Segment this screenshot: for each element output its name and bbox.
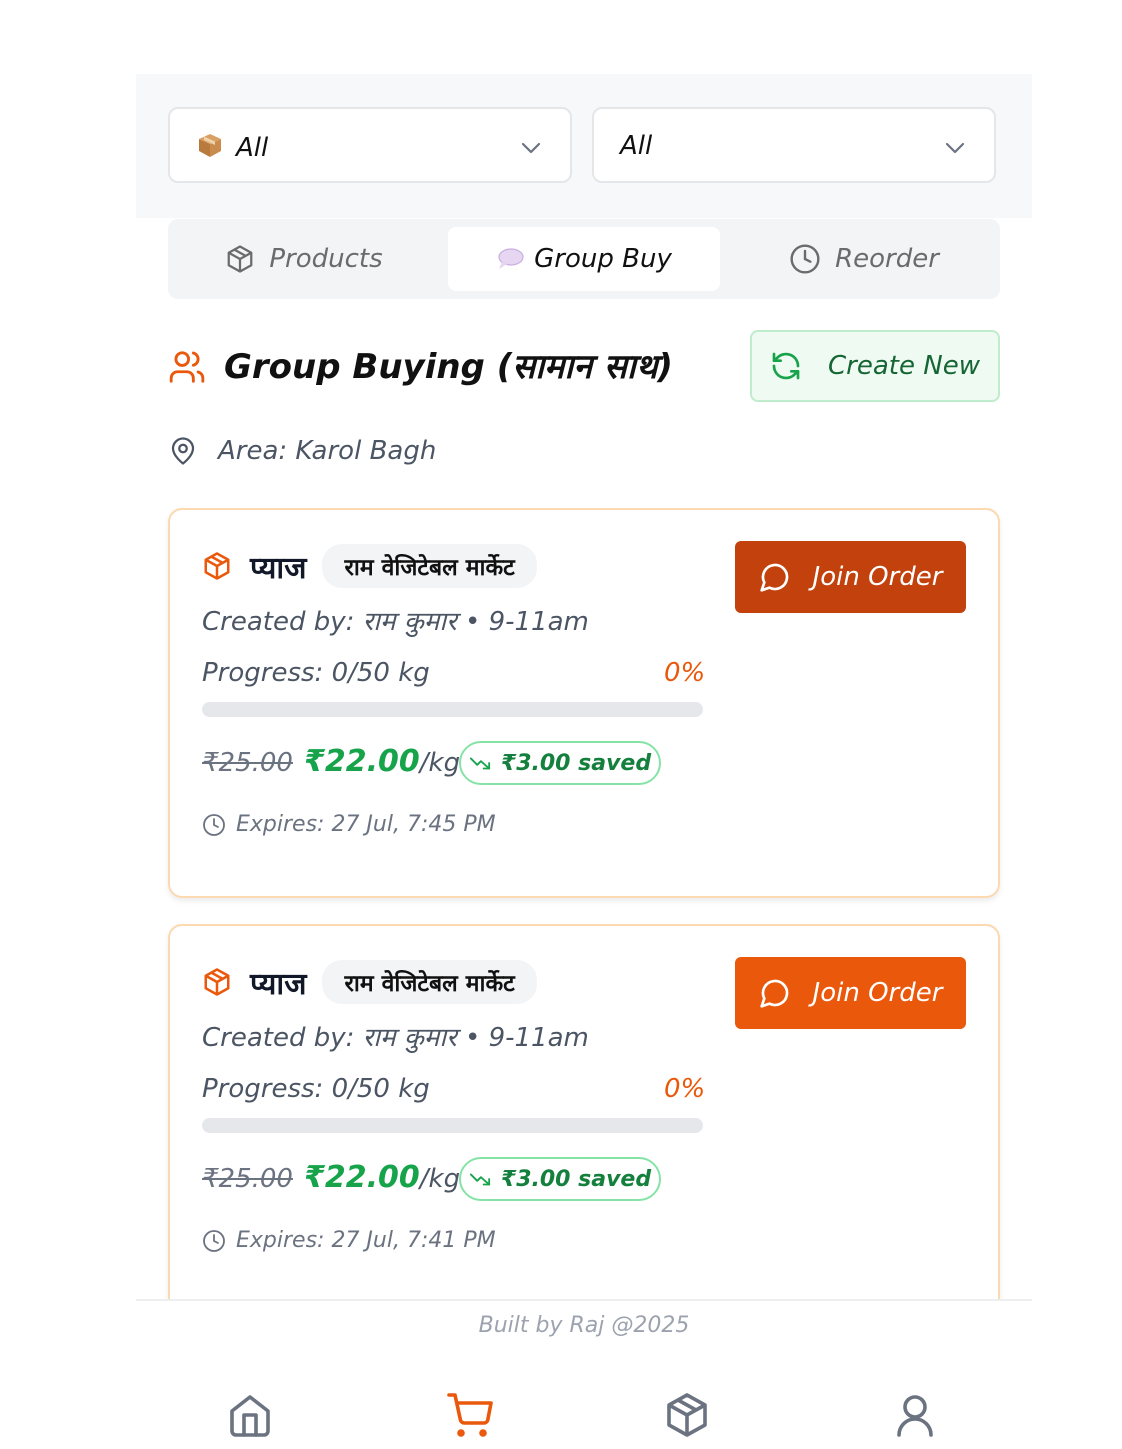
- expiry-text: Expires: 27 Jul, 7:41 PM: [236, 1228, 496, 1253]
- group-buy-header: Group Buying (सामान साथ) Create New: [168, 330, 1000, 404]
- savings-badge: ₹3.00 saved: [459, 1157, 661, 1201]
- refresh-icon: [772, 352, 800, 380]
- group-price-value: ₹22.00: [304, 744, 420, 779]
- price-unit: /kg: [419, 1164, 461, 1194]
- app: All All Products Group Buy Reorder Group…: [136, 74, 1032, 1449]
- clock-icon: [203, 813, 225, 836]
- join-order-label: Join Order: [812, 562, 943, 592]
- join-order-button[interactable]: Join Order: [735, 541, 966, 613]
- created-by: Created by: राम कुमार • 9-11am: [202, 607, 589, 637]
- group-price-value: ₹22.00: [304, 1160, 420, 1195]
- package-icon: [204, 968, 230, 996]
- filter-bar: All All: [136, 74, 1032, 218]
- expiry-text: Expires: 27 Jul, 7:45 PM: [236, 812, 496, 837]
- tab-products-label: Products: [269, 244, 383, 274]
- clock-icon: [790, 244, 820, 274]
- speech-bubble-icon: [498, 248, 524, 269]
- category-select-value: All: [236, 133, 269, 163]
- group-order-card: प्याज राम वेजिटेबल मार्केट Created by: र…: [168, 508, 1000, 898]
- expiry: Expires: 27 Jul, 7:45 PM: [202, 812, 496, 837]
- group-price: ₹22.00/kg: [304, 1160, 460, 1195]
- expiry: Expires: 27 Jul, 7:41 PM: [202, 1228, 496, 1253]
- nav-products[interactable]: [663, 1391, 711, 1439]
- group-price: ₹22.00/kg: [304, 744, 460, 779]
- trending-down-icon: [469, 1173, 490, 1186]
- savings-text: ₹3.00 saved: [500, 1166, 652, 1192]
- page-title: Group Buying (सामान साथ): [224, 347, 673, 387]
- user-icon: [897, 1395, 933, 1437]
- market-select[interactable]: All: [592, 107, 996, 183]
- area-indicator: Area: Karol Bagh: [168, 436, 436, 466]
- market-select-value: All: [620, 131, 653, 161]
- tab-group-buy[interactable]: Group Buy: [448, 227, 720, 291]
- progress-label: Progress: 0/50 kg: [202, 658, 430, 688]
- cart-icon: [447, 1393, 493, 1437]
- map-pin-icon: [171, 437, 195, 465]
- category-select[interactable]: All: [168, 107, 572, 183]
- trending-down-icon: [469, 757, 490, 770]
- progress-percent: 0%: [664, 658, 706, 688]
- progress-bar: [202, 702, 703, 717]
- tab-bar: Products Group Buy Reorder: [168, 219, 1000, 299]
- savings-badge: ₹3.00 saved: [459, 741, 661, 785]
- package-icon: [204, 552, 230, 580]
- group-order-card: प्याज राम वेजिटेबल मार्केट Created by: र…: [168, 924, 1000, 1324]
- original-price: ₹25.00: [202, 748, 293, 778]
- tab-group-buy-label: Group Buy: [534, 244, 672, 274]
- vendor-badge: राम वेजिटेबल मार्केट: [322, 960, 537, 1004]
- card-title-row: प्याज राम वेजिटेबल मार्केट: [202, 960, 537, 1004]
- create-new-label: Create New: [828, 351, 980, 381]
- nav-profile[interactable]: [891, 1391, 939, 1439]
- area-label: Area: Karol Bagh: [218, 436, 437, 466]
- savings-text: ₹3.00 saved: [500, 750, 652, 776]
- users-icon: [169, 351, 205, 383]
- message-circle-icon: [759, 563, 788, 592]
- card-title-row: प्याज राम वेजिटेबल मार्केट: [202, 544, 537, 588]
- created-by: Created by: राम कुमार • 9-11am: [202, 1023, 589, 1053]
- tab-reorder-label: Reorder: [835, 244, 939, 274]
- progress-label: Progress: 0/50 kg: [202, 1074, 430, 1104]
- category-select-value-wrap: All: [196, 131, 268, 166]
- clock-icon: [203, 1229, 225, 1252]
- home-icon: [230, 1395, 270, 1437]
- price-unit: /kg: [419, 748, 461, 778]
- footer-credit: Built by Raj @2025: [136, 1299, 1032, 1353]
- product-name: प्याज: [250, 966, 307, 1002]
- join-order-button[interactable]: Join Order: [735, 957, 966, 1029]
- chevron-down-icon: [945, 142, 965, 154]
- box-icon: [227, 245, 253, 273]
- vendor-badge: राम वेजिटेबल मार्केट: [322, 544, 537, 588]
- chevron-down-icon: [521, 142, 541, 154]
- progress-bar: [202, 1118, 703, 1133]
- box-icon: [667, 1393, 707, 1437]
- join-order-label: Join Order: [812, 978, 943, 1008]
- package-emoji-icon: [196, 131, 224, 166]
- create-new-button[interactable]: Create New: [750, 330, 1000, 402]
- nav-home[interactable]: [226, 1391, 274, 1439]
- progress-percent: 0%: [664, 1074, 706, 1104]
- nav-cart[interactable]: [445, 1391, 493, 1439]
- product-name: प्याज: [250, 550, 307, 586]
- tab-products[interactable]: Products: [176, 227, 432, 291]
- tab-reorder[interactable]: Reorder: [736, 227, 992, 291]
- bottom-nav: [136, 1351, 1032, 1449]
- message-circle-icon: [759, 979, 788, 1008]
- original-price: ₹25.00: [202, 1164, 293, 1194]
